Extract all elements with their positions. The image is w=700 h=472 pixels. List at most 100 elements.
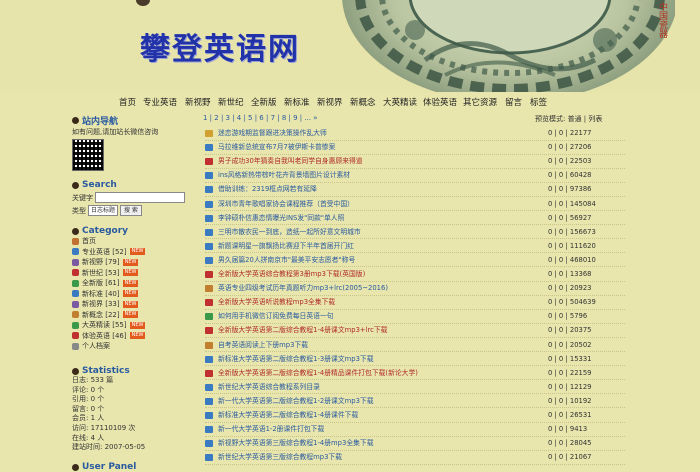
post-title-link[interactable]: 全新版大学英语听说教程mp3全集下载 <box>218 297 335 309</box>
list-item: 如何用手机微信订阅免费每日英语一句 0 | 0 | 5796 <box>205 311 625 324</box>
post-title-link[interactable]: 男子成功30年猜奏自我叫老同学自身惠顾来得道 <box>218 156 363 168</box>
category-item[interactable]: 新世纪 [53] NEW <box>72 268 145 279</box>
category-icon <box>72 321 79 329</box>
user-panel-section: User Panel <box>72 462 136 472</box>
category-item[interactable]: 新概念 [22] NEW <box>72 310 145 321</box>
post-type-icon <box>205 200 213 208</box>
category-item[interactable]: 专业英语 [52] NEW <box>72 247 146 258</box>
bullet-icon <box>72 463 79 471</box>
post-title-link[interactable]: 三明市散农民一到底，造纸一起所好意文明城市 <box>218 227 361 239</box>
bullet-icon <box>72 367 79 375</box>
post-title-link[interactable]: 新世纪大学英语综合教程系列目录 <box>218 382 320 394</box>
post-stats: 0 | 0 | 22177 <box>548 129 592 137</box>
nav-tags[interactable]: 标签 <box>530 96 547 108</box>
post-title-link[interactable]: 借助训练：2319框点网若有延降 <box>218 184 317 196</box>
post-title-link[interactable]: 如何用手机微信订阅免费每日英语一句 <box>218 311 334 323</box>
stat-line: 建站时间: 2007-05-05 <box>72 443 146 452</box>
post-stats: 0 | 0 | 27206 <box>548 143 592 152</box>
post-title-link[interactable]: ins风格新热带棕叶花卉背景墙图片设计素材 <box>218 170 350 182</box>
post-title-link[interactable]: 新世纪大学英语第三版综合教程mp3下载 <box>218 452 342 464</box>
post-title-link[interactable]: 全新版大学英语第二版综合教程1-4册课文mp3+lrc下载 <box>218 325 387 337</box>
list-item: 新题课明星一旗飘扬比赛迎下半年首届开门红 0 | 0 | 111620 <box>205 241 625 254</box>
search-input[interactable] <box>95 192 185 203</box>
post-title-link[interactable]: 全新版大学英语第二版综合教程1-4册精品课件打包下载(新论大学) <box>218 368 418 380</box>
nav-college-reading[interactable]: 大英精读 <box>383 96 417 108</box>
list-item: 三明市散农民一到底，造纸一起所好意文明城市 0 | 0 | 156673 <box>205 227 625 240</box>
category-item[interactable]: 大英精读 [55] NEW <box>72 320 146 331</box>
type-label: 类型 <box>72 206 86 215</box>
post-stats: 0 | 0 | 20375 <box>548 326 592 335</box>
post-title-link[interactable]: 英语专业四级考试历年真题听力mp3+lrc(2005~2016) <box>218 283 388 295</box>
porcelain-plate-image <box>342 0 675 92</box>
post-title-link[interactable]: 新题课明星一旗飘扬比赛迎下半年首届开门红 <box>218 241 354 253</box>
new-badge: NEW <box>122 258 139 266</box>
nav-home[interactable]: 首页 <box>119 96 136 108</box>
list-item: 男子成功30年猜奏自我叫老同学自身惠顾来得道 0 | 0 | 22503 <box>205 156 625 169</box>
pagination[interactable]: 1 | 2 | 3 | 4 | 5 | 6 | 7 | 8 | 9 | ... … <box>203 114 318 122</box>
post-title-link[interactable]: 李钟硕朴信惠恋情曝光INS发"同款"单人照 <box>218 213 344 225</box>
post-type-icon <box>205 144 213 152</box>
post-title-link[interactable]: 新视野大学英语第三版综合教程1-4册mp3全集下载 <box>218 438 374 450</box>
category-item[interactable]: 新标准 [40] NEW <box>72 289 145 300</box>
category-item[interactable]: 体验英语 [46] NEW <box>72 331 146 342</box>
bullet-icon <box>72 117 79 124</box>
post-stats: 0 | 0 | 15331 <box>548 354 592 363</box>
post-title-link[interactable]: 新标准大学英语第二版综合教程1-3册课文mp3下载 <box>218 354 374 366</box>
nav-other-resources[interactable]: 其它资源 <box>463 96 497 108</box>
category-label: 新视野 [79] <box>82 258 120 266</box>
new-badge: NEW <box>122 311 139 319</box>
post-title-link[interactable]: 新一代大学英语第二版综合教程1-2册课文mp3下载 <box>218 396 374 408</box>
post-type-icon <box>205 313 213 321</box>
nav-experience-english[interactable]: 体验英语 <box>423 96 457 108</box>
nav-new-concept[interactable]: 新概念 <box>350 96 376 108</box>
new-badge: NEW <box>122 269 139 277</box>
category-item[interactable]: 全新版 [61] NEW <box>72 278 145 289</box>
post-title-link[interactable]: 男久届篇20人拼南京市"最美平安志愿者"称号 <box>218 255 355 267</box>
post-stats: 0 | 0 | 28045 <box>548 439 592 448</box>
nav-guestbook[interactable]: 留言 <box>505 96 522 108</box>
list-item: 英语专业四级考试历年真题听力mp3+lrc(2005~2016) 0 | 0 | … <box>205 283 625 296</box>
post-stats: 0 | 0 | 13368 <box>548 270 592 278</box>
list-item: 新一代大学英语第二版综合教程1-2册课文mp3下载 0 | 0 | 10192 <box>205 396 625 409</box>
list-item: 深圳市青年歌唱家协会课程推荐（首受中国） 0 | 0 | 145084 <box>205 199 625 211</box>
category-label: 专业英语 [52] <box>82 247 127 256</box>
list-item: 新世纪大学英语综合教程系列目录 0 | 0 | 12129 <box>205 382 625 395</box>
category-item[interactable]: 首页 <box>72 236 145 247</box>
search-button[interactable]: 搜 索 <box>120 205 142 216</box>
post-title-link[interactable]: 迷恋游戏期监督跟进决策操作乱大师 <box>218 128 327 140</box>
site-logo[interactable]: 攀登英语网 <box>140 24 300 68</box>
stat-line: 会员: 1 人 <box>72 414 105 423</box>
post-title-link[interactable]: 新一代大学英语1-2册课件打包下载 <box>218 424 324 436</box>
post-type-icon <box>205 454 213 462</box>
category-item[interactable]: 新视野 [79] NEW <box>72 257 145 268</box>
view-mode-toggle[interactable]: 预览模式: 普通 | 列表 <box>535 114 602 124</box>
nav-new-standard[interactable]: 新标准 <box>284 96 310 108</box>
banner-ornament <box>136 0 150 6</box>
search-type-select[interactable]: 日志标题 <box>88 205 119 216</box>
post-stats: 0 | 0 | 20502 <box>548 340 592 349</box>
stat-line: 在线: 4 人 <box>72 433 105 442</box>
post-title-link[interactable]: 深圳市青年歌唱家协会课程推荐（首受中国） <box>218 199 354 211</box>
nav-professional-english[interactable]: 专业英语 <box>143 96 177 108</box>
post-title-link[interactable]: 新标准大学英语第二版综合教程1-4册课件下载 <box>218 410 358 422</box>
category-icon <box>72 237 79 245</box>
nav-new-edition[interactable]: 全新版 <box>251 96 277 108</box>
nav-new-horizon[interactable]: 新视野 <box>185 96 211 108</box>
post-title-link[interactable]: 自考英语阅读上下册mp3下载 <box>218 340 308 352</box>
post-type-icon <box>205 440 213 448</box>
section-title: Search <box>82 180 117 190</box>
post-title-link[interactable]: 马拉维新总统宣布7月7被伊斯卡普惨案 <box>218 142 335 154</box>
category-section: Category 首页 专业英语 [52] NEW 新视野 [79] NEW 新世纪 [5… <box>72 226 146 352</box>
post-type-icon <box>205 341 213 349</box>
section-title: Statistics <box>82 366 130 376</box>
category-label: 个人档案 <box>82 342 110 350</box>
post-type-icon <box>205 214 213 222</box>
nav-new-vision[interactable]: 新视界 <box>317 96 343 108</box>
nav-new-century[interactable]: 新世纪 <box>218 96 244 108</box>
post-title-link[interactable]: 全新版大学英语综合教程第3册mp3下载(英国版) <box>218 269 365 281</box>
site-nav-section: 站内导航 如有问题,请加站长微信咨询 <box>72 114 158 171</box>
post-stats: 0 | 0 | 10192 <box>548 396 592 405</box>
seal-stamp: 中国瓷器 <box>657 2 667 38</box>
category-item[interactable]: 个人档案 <box>72 341 145 352</box>
category-item[interactable]: 新视界 [33] NEW <box>72 299 145 310</box>
